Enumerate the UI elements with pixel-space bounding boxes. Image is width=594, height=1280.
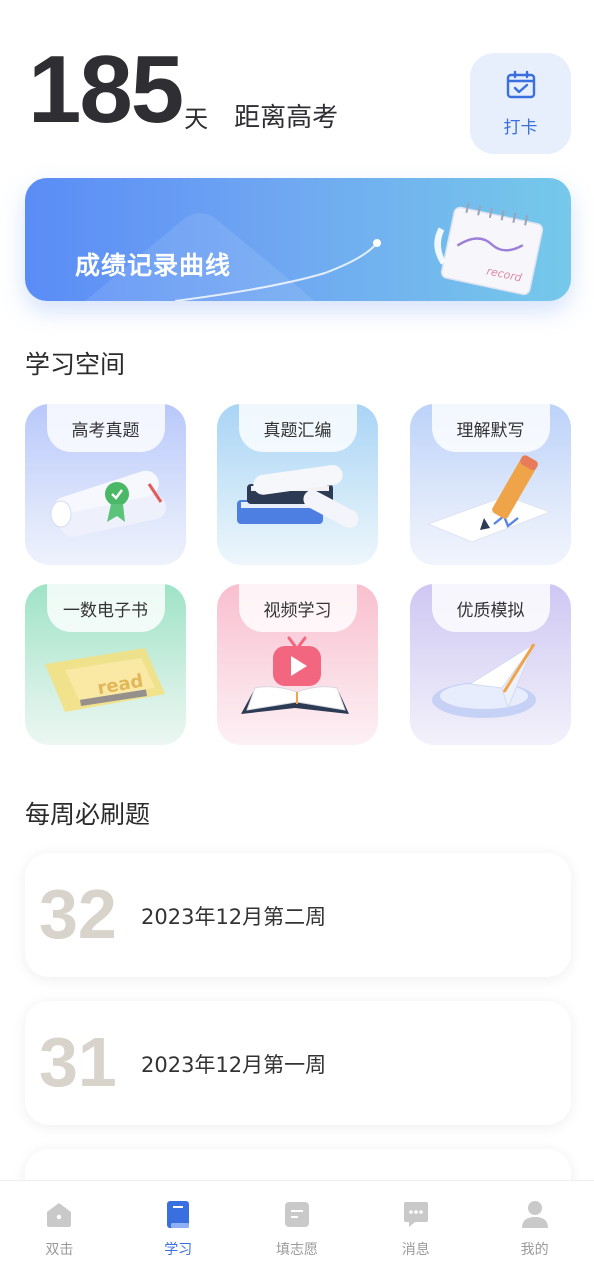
countdown-unit: 天 <box>184 105 209 133</box>
weekly-section-title: 每周必刷题 <box>25 800 151 829</box>
tile-label: 高考真题 <box>46 404 165 452</box>
score-curve-banner[interactable]: record 成绩记录曲线 <box>25 178 571 301</box>
tab-application[interactable]: 填志愿 <box>238 1181 357 1280</box>
week-number: 31 <box>39 1023 117 1101</box>
tile-video-learning[interactable]: 视频学习 <box>217 584 378 745</box>
countdown-label: 距离高考 <box>234 103 339 133</box>
week-title: 2023年12月第二周 <box>141 905 327 929</box>
tab-study[interactable]: 学习 <box>119 1181 238 1280</box>
checkin-label: 打卡 <box>503 118 538 138</box>
calendar-check-icon <box>505 69 537 105</box>
checkin-button[interactable]: 打卡 <box>470 53 571 154</box>
tile-label: 理解默写 <box>431 404 550 452</box>
weekly-item[interactable]: 32 2023年12月第二周 <box>25 853 571 977</box>
tab-label: 学习 <box>164 1242 193 1258</box>
tile-label: 真题汇编 <box>238 404 357 452</box>
countdown-days: 185 <box>28 36 184 143</box>
book-icon <box>163 1199 193 1233</box>
exam-countdown: 185 天 距离高考 <box>28 42 338 138</box>
weekly-item[interactable]: 31 2023年12月第一周 <box>25 1001 571 1125</box>
banner-decoration: record <box>85 202 544 301</box>
tile-exam-compilation[interactable]: 真题汇编 <box>217 404 378 565</box>
tab-label: 消息 <box>401 1242 430 1258</box>
banner-title: 成绩记录曲线 <box>75 251 232 280</box>
tab-label: 双击 <box>45 1242 74 1258</box>
message-icon <box>401 1199 431 1233</box>
tile-label: 优质模拟 <box>431 584 550 632</box>
tab-home[interactable]: 双击 <box>0 1181 119 1280</box>
week-title: 2023年12月第一周 <box>141 1053 327 1077</box>
tab-label: 填志愿 <box>275 1242 318 1258</box>
tile-past-exams[interactable]: 高考真题 <box>25 404 186 565</box>
bottom-tab-bar: 双击 学习 填志愿 消息 我的 <box>0 1180 594 1280</box>
tile-comprehension-dictation[interactable]: 理解默写 <box>410 404 571 565</box>
tile-label: 一数电子书 <box>46 584 165 632</box>
tile-mock-exams[interactable]: 优质模拟 <box>410 584 571 745</box>
week-number: 32 <box>39 875 117 953</box>
user-icon <box>520 1199 550 1233</box>
home-icon <box>44 1199 74 1233</box>
tab-messages[interactable]: 消息 <box>356 1181 475 1280</box>
form-icon <box>282 1199 312 1233</box>
tile-label: 视频学习 <box>238 584 357 632</box>
tab-label: 我的 <box>520 1242 549 1258</box>
tab-profile[interactable]: 我的 <box>475 1181 594 1280</box>
tile-ebook[interactable]: read 一数电子书 <box>25 584 186 745</box>
study-section-title: 学习空间 <box>25 350 126 379</box>
